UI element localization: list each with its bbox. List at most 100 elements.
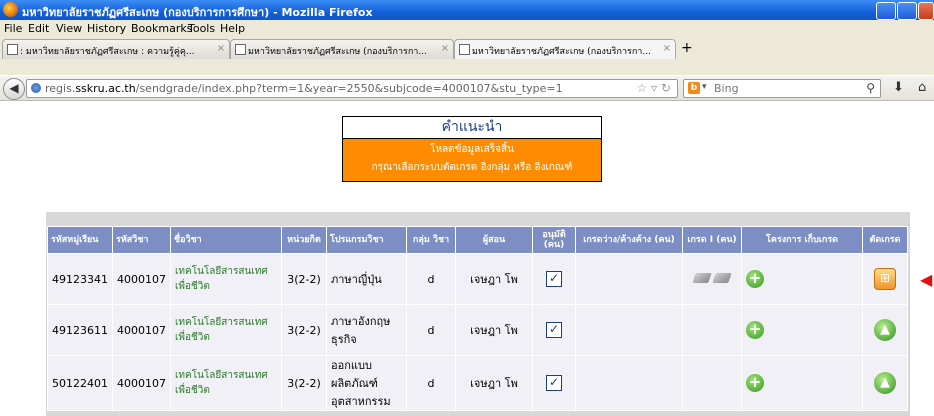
approved-check-icon[interactable]: ✓ xyxy=(546,322,562,338)
menu-history[interactable]: History xyxy=(87,22,126,35)
upload-arrow-icon[interactable]: ▲ xyxy=(874,319,896,341)
page-favicon-icon xyxy=(459,44,470,55)
approved-check-icon[interactable]: ✓ xyxy=(546,271,562,287)
advice-body: โหลดข้อมูลเสร็จสิ้น กรุณาเลือกระบบตัดเกร… xyxy=(343,139,601,181)
advice-title: คำแนะนำ xyxy=(343,117,601,139)
cell-credit: 3(2-2) xyxy=(281,355,327,411)
cell-project: + xyxy=(741,355,863,411)
tab-1[interactable]: : มหาวิทยาลัยราชภัฏศรีสะเกษ : ความรู้คู่… xyxy=(2,39,230,59)
page-favicon-icon xyxy=(235,44,246,55)
cell-cut-grade: ⊞ xyxy=(862,253,908,305)
cell-program: ภาษาญี่ปุ่น xyxy=(326,253,407,305)
cell-program: ภาษาอังกฤษธุรกิจ xyxy=(326,304,407,356)
cell-grade-i xyxy=(682,253,742,305)
site-identity-icon[interactable] xyxy=(31,83,41,93)
window-title-bar: มหาวิทยาลัยราชภัฏศรีสะเกษ (กองบริการการศ… xyxy=(0,0,934,20)
cell-program: ออกแบบผลิตภัณฑ์อุตสาหกรรม xyxy=(326,355,407,411)
table-row: 50122401 4000107 เทคโนโลยีสารสนเทศเพื่อช… xyxy=(47,355,908,411)
menu-bookmarks[interactable]: Bookmarks xyxy=(131,22,192,35)
close-button[interactable] xyxy=(918,2,934,20)
page-favicon-icon xyxy=(7,44,18,55)
edit-pen-icon[interactable] xyxy=(692,272,712,283)
cell-group: d xyxy=(406,253,456,305)
cell-code: 4000107 xyxy=(112,355,171,411)
tab-2[interactable]: มหาวิทยาลัยราชภัฏศรีสะเกษ (กองบริการกา..… xyxy=(230,39,454,59)
search-box[interactable]: b ▾ Bing ⚲ xyxy=(683,79,881,98)
cell-grade-i xyxy=(682,355,742,411)
cell-credit: 3(2-2) xyxy=(281,304,327,356)
window-title: มหาวิทยาลัยราชภัฏศรีสะเกษ (กองบริการการศ… xyxy=(22,6,373,19)
maximize-button[interactable] xyxy=(897,2,917,20)
advice-line-2: กรุณาเลือกระบบตัดเกรด อิงกลุ่ม หรือ อิงเ… xyxy=(371,162,573,173)
col-section: รหัสหมู่เรียน xyxy=(47,226,113,254)
home-icon[interactable]: ⌂ xyxy=(918,80,926,95)
cell-approved: ✓ xyxy=(532,253,576,305)
col-approved: อนุมัติ (คน) xyxy=(532,226,576,254)
tab-label: : มหาวิทยาลัยราชภัฏศรีสะเกษ : ความรู้คู่… xyxy=(20,47,195,57)
menu-bar: File Edit View History Bookmarks Tools H… xyxy=(0,20,934,38)
col-name: ชื่อวิชา xyxy=(170,226,282,254)
cell-teacher: เจษฎา โพ xyxy=(455,355,533,411)
bookmark-star-icon[interactable]: ☆ ▿ ↻ xyxy=(637,81,671,95)
cell-project: + xyxy=(741,304,863,356)
col-code: รหัสวิชา xyxy=(112,226,171,254)
download-icon[interactable]: ⬇ xyxy=(893,80,904,95)
calculator-icon[interactable]: ⊞ xyxy=(874,268,896,290)
cell-empty-grade xyxy=(575,253,683,305)
search-icon[interactable]: ⚲ xyxy=(866,81,875,95)
tab-label: มหาวิทยาลัยราชภัฏศรีสะเกษ (กองบริการกา..… xyxy=(472,47,651,57)
cell-group: d xyxy=(406,355,456,411)
cell-approved: ✓ xyxy=(532,355,576,411)
table-header-row: รหัสหมู่เรียน รหัสวิชา ชื่อวิชา หน่วยกิต… xyxy=(47,226,908,254)
tab-label: มหาวิทยาลัยราชภัฏศรีสะเกษ (กองบริการกา..… xyxy=(248,47,427,57)
cell-empty-grade xyxy=(575,355,683,411)
menu-view[interactable]: View xyxy=(56,22,82,35)
cell-code: 4000107 xyxy=(112,253,171,305)
cell-credit: 3(2-2) xyxy=(281,253,327,305)
col-program: โปรแกรมวิชา xyxy=(326,226,407,254)
cell-section: 49123611 xyxy=(47,304,113,356)
search-placeholder: Bing xyxy=(714,82,739,95)
cell-section: 50122401 xyxy=(47,355,113,411)
new-tab-button[interactable]: + xyxy=(681,40,693,56)
edit-pen-icon[interactable] xyxy=(712,272,732,283)
add-project-icon[interactable]: + xyxy=(746,321,764,339)
tab-3-active[interactable]: มหาวิทยาลัยราชภัฏศรีสะเกษ (กองบริการกา..… xyxy=(454,39,676,59)
cell-empty-grade xyxy=(575,304,683,356)
grade-table: รหัสหมู่เรียน รหัสวิชา ชื่อวิชา หน่วยกิต… xyxy=(47,226,908,411)
add-project-icon[interactable]: + xyxy=(746,270,764,288)
cell-cut-grade: ▲ xyxy=(862,304,908,356)
cell-subject-link[interactable]: เทคโนโลยีสารสนเทศเพื่อชีวิต xyxy=(170,304,282,356)
col-cut-grade: ตัดเกรด xyxy=(862,226,908,254)
approved-check-icon[interactable]: ✓ xyxy=(546,375,562,391)
firefox-logo-icon xyxy=(3,2,18,17)
menu-edit[interactable]: Edit xyxy=(28,22,49,35)
col-credit: หน่วยกิต xyxy=(281,226,327,254)
address-bar[interactable]: regis.sskru.ac.th/sendgrade/index.php?te… xyxy=(26,79,678,98)
col-teacher: ผู้สอน xyxy=(455,226,533,254)
close-tab-icon[interactable]: × xyxy=(663,43,671,54)
back-button[interactable]: ◀ xyxy=(3,78,25,100)
tab-bar: : มหาวิทยาลัยราชภัฏศรีสะเกษ : ความรู้คู่… xyxy=(0,37,934,75)
minimize-button[interactable] xyxy=(876,2,896,20)
engine-dropdown-icon[interactable]: ▾ xyxy=(702,82,707,92)
cell-subject-link[interactable]: เทคโนโลยีสารสนเทศเพื่อชีวิต xyxy=(170,355,282,411)
close-tab-icon[interactable]: × xyxy=(217,43,225,54)
upload-arrow-icon[interactable]: ▲ xyxy=(874,372,896,394)
bing-engine-icon[interactable]: b xyxy=(688,82,700,94)
cell-section: 49123341 xyxy=(47,253,113,305)
red-pointer-arrow-icon: ◀ xyxy=(920,270,933,289)
add-project-icon[interactable]: + xyxy=(746,374,764,392)
cell-subject-link[interactable]: เทคโนโลยีสารสนเทศเพื่อชีวิต xyxy=(170,253,282,305)
menu-file[interactable]: File xyxy=(4,22,22,35)
cell-teacher: เจษฎา โพ xyxy=(455,304,533,356)
table-row: 49123341 4000107 เทคโนโลยีสารสนเทศเพื่อช… xyxy=(47,253,908,305)
cell-code: 4000107 xyxy=(112,304,171,356)
close-tab-icon[interactable]: × xyxy=(441,43,449,54)
menu-help[interactable]: Help xyxy=(220,22,245,35)
cell-approved: ✓ xyxy=(532,304,576,356)
menu-tools[interactable]: Tools xyxy=(188,22,215,35)
cell-group: d xyxy=(406,304,456,356)
cell-teacher: เจษฎา โพ xyxy=(455,253,533,305)
advice-box: คำแนะนำ โหลดข้อมูลเสร็จสิ้น กรุณาเลือกระ… xyxy=(342,116,602,182)
